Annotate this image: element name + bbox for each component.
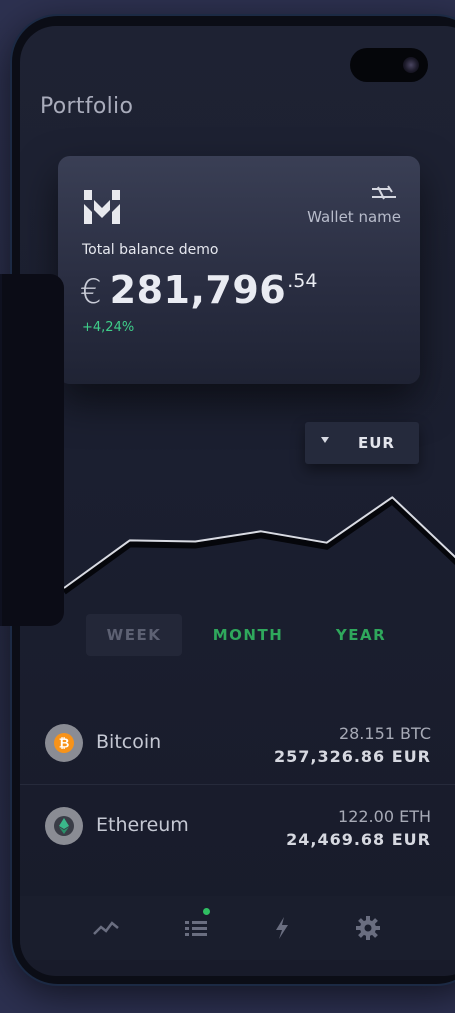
asset-amount: 28.151 BTC [338, 724, 431, 743]
nav-settings[interactable] [348, 910, 388, 946]
bottom-nav [20, 896, 455, 960]
app-stage: Portfolio Wallet name Total balance demo [0, 0, 455, 1013]
tab-month[interactable]: MONTH [200, 614, 296, 656]
currency-dropdown[interactable]: EUR [305, 422, 419, 464]
asset-amount: 122.00 ETH [338, 807, 431, 826]
wallet-card[interactable]: Wallet name Total balance demo €281,796.… [58, 156, 420, 384]
camera-cutout [350, 48, 428, 82]
asset-name: Ethereum [96, 814, 189, 836]
currency-symbol: € [80, 272, 102, 312]
bitcoin-icon: ₿ [45, 724, 83, 762]
page-title: Portfolio [40, 94, 134, 119]
wallet-name: Wallet name [307, 208, 401, 226]
balance-change: +4,24% [82, 320, 135, 335]
svg-text:₿: ₿ [59, 737, 70, 752]
period-tabs: WEEK MONTH YEAR [20, 614, 455, 660]
camera-lens-icon [403, 57, 419, 73]
chart-series-line [63, 496, 455, 589]
nav-lightning[interactable] [262, 910, 302, 946]
notification-badge [203, 908, 210, 915]
balance-label: Total balance demo [82, 242, 219, 258]
side-drawer-edge [0, 274, 2, 626]
app-logo-icon [84, 190, 120, 224]
total-balance: €281,796.54 [80, 268, 317, 312]
filter-icon[interactable] [370, 184, 398, 202]
asset-name: Bitcoin [96, 731, 162, 753]
chart-icon [93, 921, 119, 935]
lightning-icon [276, 917, 288, 939]
currency-value: EUR [358, 434, 395, 452]
side-drawer-panel[interactable] [0, 274, 64, 626]
phone-frame: Portfolio Wallet name Total balance demo [12, 16, 455, 984]
asset-row-ethereum[interactable]: Ethereum 122.00 ETH 24,469.68 EUR [20, 785, 455, 867]
asset-row-bitcoin[interactable]: ₿ Bitcoin 28.151 BTC 257,326.86 EUR [20, 702, 455, 785]
balance-chart [62, 496, 455, 595]
balance-main: 281,796 [109, 268, 287, 312]
balance-cents: .54 [287, 270, 318, 292]
tab-week[interactable]: WEEK [86, 614, 182, 656]
tab-year[interactable]: YEAR [316, 614, 406, 656]
phone-screen: Portfolio Wallet name Total balance demo [20, 26, 455, 976]
ethereum-icon [45, 807, 83, 845]
nav-chart[interactable] [86, 910, 126, 946]
asset-value: 24,469.68 EUR [286, 830, 431, 849]
gear-icon [356, 916, 380, 940]
nav-list[interactable] [176, 908, 216, 946]
caret-down-icon [321, 437, 329, 443]
asset-value: 257,326.86 EUR [273, 747, 431, 766]
list-icon [185, 921, 207, 936]
